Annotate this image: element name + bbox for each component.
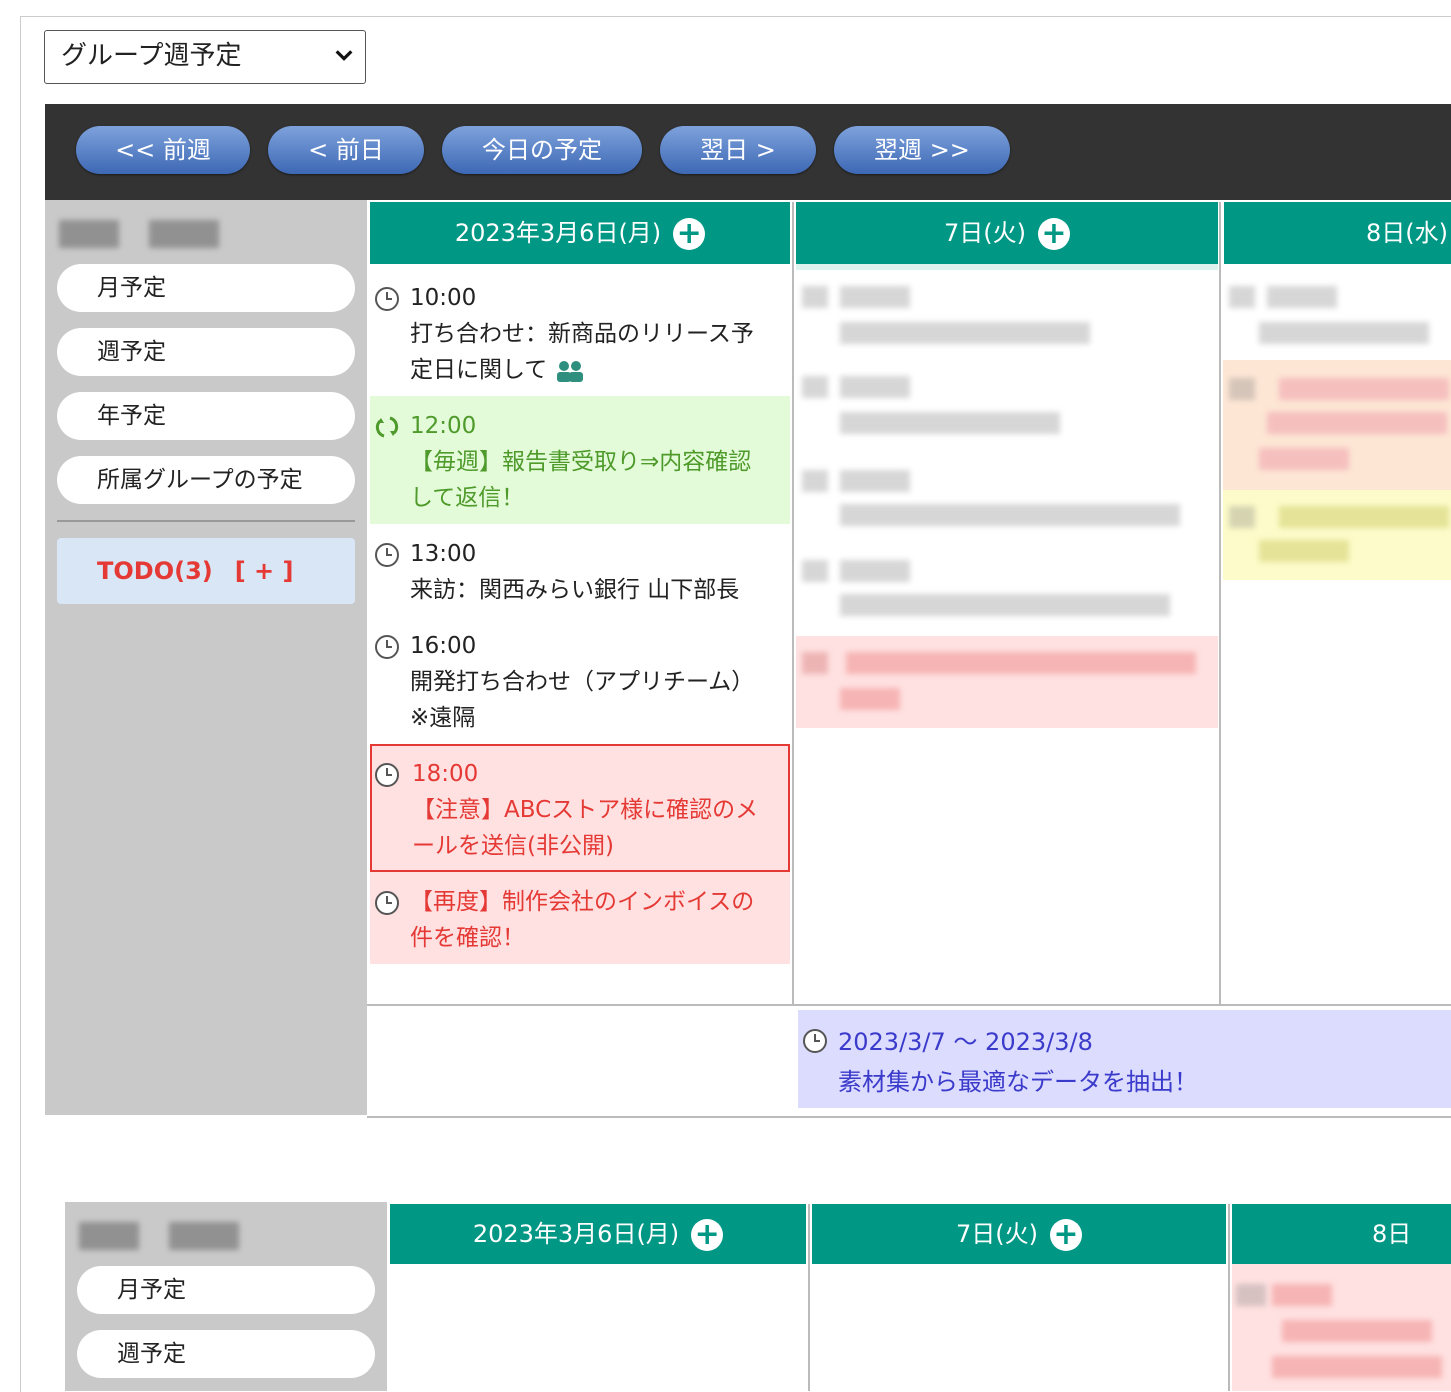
blurred-event (840, 560, 910, 582)
chevron-down-icon (335, 50, 353, 61)
event-time: 13:00 (410, 541, 477, 567)
event-item-todo[interactable]: 【再度】制作会社のインボイスの 件を確認！ (370, 872, 790, 964)
group-sidebar: 月予定 週予定 年予定 所属グループの予定 TODO(3) [ + ] (45, 200, 367, 1115)
clock-icon (375, 763, 399, 787)
clock-icon (375, 891, 399, 915)
event-title-cont: 定日に関して (410, 357, 548, 383)
day-header-mon: 2023年3月6日(月) + (370, 202, 790, 264)
people-icon (557, 360, 584, 382)
week-schedule-button[interactable]: 週予定 (57, 328, 355, 376)
blurred-event (840, 376, 910, 398)
event-title-cont: ※遠隔 (410, 705, 476, 731)
event-title: 【注意】ABCストア様に確認のメ (412, 797, 759, 823)
span-event-range: 2023/3/7 ～ 2023/3/8 (838, 1028, 1093, 1056)
user-name-blurred (149, 220, 219, 248)
blurred-event (840, 286, 910, 308)
blurred-event-orange (1223, 360, 1451, 490)
blurred-event (840, 470, 910, 492)
event-item[interactable]: 16:00 開発打ち合わせ（アプリチーム） ※遠隔 (370, 616, 790, 744)
blurred-event (840, 322, 1090, 344)
event-title-cont: 件を確認！ (410, 925, 525, 951)
blurred-event-yellow (1223, 490, 1451, 580)
blurred-event (840, 412, 1060, 434)
day-header-mon-2: 2023年3月6日(月) + (390, 1204, 806, 1264)
week-schedule-button[interactable]: 週予定 (77, 1330, 375, 1378)
event-title-cont: して返信！ (410, 485, 525, 511)
day-header-label: 7日(火) (956, 1220, 1038, 1248)
view-select-value: グループ週予定 (61, 41, 242, 71)
view-select[interactable]: グループ週予定 (44, 30, 366, 84)
blurred-event (802, 376, 828, 398)
event-item-recurring[interactable]: 12:00 【毎週】報告書受取り⇒内容確認 して返信！ (370, 396, 790, 524)
year-schedule-button[interactable]: 年予定 (57, 392, 355, 440)
prev-day-button[interactable]: < 前日 (268, 126, 424, 174)
navigation-bar: << 前週 < 前日 今日の予定 翌日 > 翌週 >> (45, 104, 1451, 200)
event-title: 【再度】制作会社のインボイスの (410, 889, 755, 915)
clock-icon (803, 1029, 827, 1053)
blurred-event (802, 470, 828, 492)
recurring-icon (375, 416, 399, 438)
column-divider (1219, 202, 1221, 1004)
day-column-tue (796, 264, 1218, 1004)
month-schedule-button[interactable]: 月予定 (57, 264, 355, 312)
group-sidebar-2: 月予定 週予定 (65, 1202, 387, 1391)
event-title: 来訪：関西みらい銀行 山下部長 (410, 577, 740, 603)
event-time: 18:00 (412, 761, 479, 787)
month-schedule-button[interactable]: 月予定 (77, 1266, 375, 1314)
add-circle-icon[interactable]: + (1038, 218, 1070, 250)
event-time: 12:00 (410, 413, 477, 439)
day-header-wed: 8日(水) (1224, 202, 1451, 264)
day-header-tue: 7日(火) + (796, 202, 1218, 264)
event-item[interactable]: 10:00 打ち合わせ：新商品のリリース予 定日に関して (370, 268, 790, 396)
day-column-mon: 10:00 打ち合わせ：新商品のリリース予 定日に関して 12:00 【毎週】報… (370, 264, 790, 1004)
event-title-cont: ールを送信(非公開) (412, 833, 614, 859)
day-header-wed-2: 8日(水) (1232, 1204, 1451, 1308)
day-header-label: 2023年3月6日(月) (454, 219, 662, 247)
next-day-button[interactable]: 翌日 > (660, 126, 816, 174)
day-column-wed (1223, 264, 1451, 1004)
day-header-tue-2: 7日(火) + (812, 1204, 1226, 1264)
column-divider (1228, 1204, 1230, 1391)
clock-icon (375, 287, 399, 311)
day-header-label: 7日(火) (944, 219, 1026, 247)
event-time: 16:00 (410, 633, 477, 659)
blurred-event-pink (1232, 1264, 1451, 1391)
event-title: 開発打ち合わせ（アプリチーム） (410, 669, 755, 695)
add-circle-icon[interactable]: + (673, 218, 706, 250)
add-circle-icon[interactable]: + (1050, 1219, 1082, 1251)
day-header-label: 2023年3月6日(月) (472, 1220, 680, 1248)
group-schedule-button[interactable]: 所属グループの予定 (57, 456, 355, 504)
prev-week-button[interactable]: << 前週 (76, 126, 250, 174)
blurred-event-pink (796, 636, 1218, 728)
column-divider (792, 202, 794, 1004)
day-header-label: 8日(水) (1366, 219, 1448, 247)
blurred-event (840, 504, 1180, 526)
sidebar-divider (57, 520, 355, 522)
blurred-event (802, 560, 828, 582)
blurred-event (840, 594, 1170, 616)
clock-icon (375, 543, 399, 567)
today-button[interactable]: 今日の予定 (442, 126, 642, 174)
next-week-button[interactable]: 翌週 >> (834, 126, 1010, 174)
user-name-blurred (79, 1222, 139, 1250)
column-divider (808, 1204, 810, 1391)
todo-label: TODO(3) (97, 557, 213, 585)
event-title: 打ち合わせ：新商品のリリース予 (410, 321, 754, 347)
add-circle-icon[interactable]: + (691, 1219, 724, 1251)
blurred-event (802, 286, 828, 308)
user-name-blurred (59, 220, 119, 248)
user-name-blurred (169, 1222, 239, 1250)
todo-link[interactable]: TODO(3) [ + ] (57, 538, 355, 604)
event-title: 【毎週】報告書受取り⇒内容確認 (410, 449, 752, 475)
span-event[interactable]: 2023/3/7 ～ 2023/3/8 素材集から最適なデータを抽出！ (798, 1010, 1451, 1108)
event-item[interactable]: 13:00 来訪：関西みらい銀行 山下部長 (370, 524, 790, 616)
event-time: 10:00 (410, 285, 477, 311)
clock-icon (375, 635, 399, 659)
span-event-title: 素材集から最適なデータを抽出！ (838, 1068, 1198, 1096)
event-item-private[interactable]: 18:00 【注意】ABCストア様に確認のメ ールを送信(非公開) (370, 744, 790, 872)
todo-add-button[interactable]: [ + ] (235, 557, 294, 585)
